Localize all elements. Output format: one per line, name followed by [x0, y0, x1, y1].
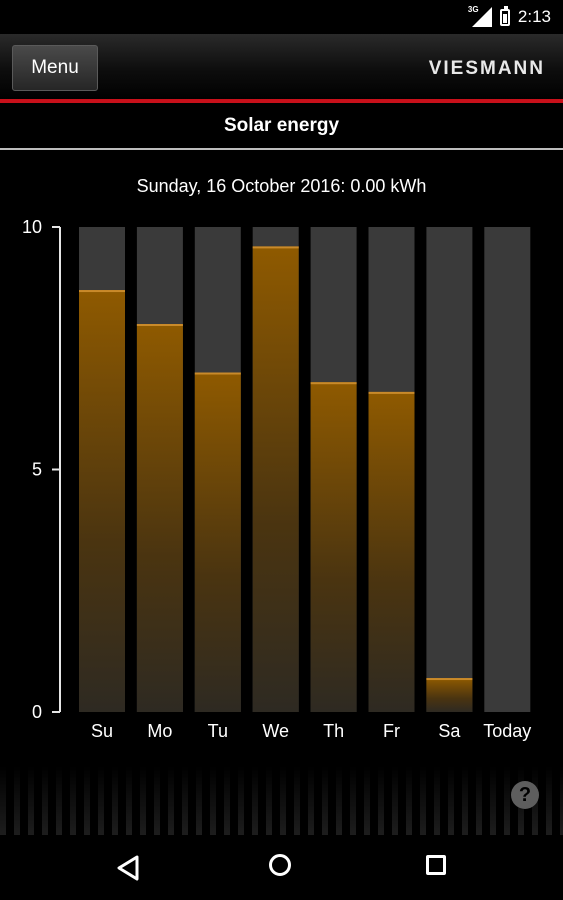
- cell-signal-icon: 3G: [467, 5, 492, 27]
- x-tick-label: Tu: [208, 721, 228, 741]
- brand-logo: VIESMANN: [428, 58, 545, 79]
- bar-top-edge: [368, 391, 415, 394]
- menu-button[interactable]: Menu: [12, 45, 98, 91]
- y-tick-label: 5: [32, 460, 42, 480]
- page-title: Solar energy: [223, 115, 340, 136]
- x-tick-label: Sa: [438, 721, 461, 741]
- network-type: 3G: [467, 5, 479, 14]
- floor-decoration: [0, 765, 563, 835]
- bar-top-edge: [136, 324, 183, 326]
- app-header: Menu VIESMANN: [0, 34, 563, 100]
- x-tick-label: Today: [483, 721, 531, 741]
- help-button[interactable]: ?: [511, 781, 539, 809]
- bar-top-edge: [310, 382, 357, 385]
- recent-apps-icon[interactable]: [426, 855, 446, 875]
- bar-th[interactable]: [310, 382, 357, 712]
- bar-fr[interactable]: [368, 391, 415, 712]
- back-icon[interactable]: [116, 855, 140, 881]
- y-tick-label: 0: [32, 702, 42, 722]
- bar-top-edge: [252, 246, 299, 249]
- bar-we[interactable]: [252, 246, 299, 712]
- bar-top-edge: [194, 372, 241, 375]
- bar-top-edge: [426, 678, 473, 681]
- x-tick-label: Th: [323, 721, 344, 741]
- solar-energy-chart: 0 5 10 Su Mo Tu We Th Fr Sa Today: [22, 217, 531, 741]
- navigation-bar: [0, 835, 563, 900]
- x-tick-label: Fr: [383, 721, 400, 741]
- x-tick-label: Mo: [147, 721, 172, 741]
- home-icon[interactable]: [269, 854, 291, 876]
- bar-track: [426, 227, 473, 712]
- bar-sa[interactable]: [426, 678, 473, 712]
- x-tick-label: Su: [91, 721, 113, 741]
- x-tick-label: We: [262, 721, 289, 741]
- status-bar: 3G 2:13: [0, 0, 563, 34]
- bar-su[interactable]: [79, 290, 125, 712]
- status-time: 2:13: [517, 7, 551, 26]
- daily-summary: Sunday, 16 October 2016: 0.00 kWh: [136, 176, 427, 196]
- y-tick-label: 10: [22, 217, 42, 237]
- title-divider: [0, 148, 563, 150]
- bar-mo[interactable]: [136, 324, 183, 712]
- battery-icon: [499, 5, 510, 26]
- bar-top-edge: [79, 290, 125, 293]
- bar-track: [484, 227, 531, 712]
- bar-tu[interactable]: [194, 372, 241, 713]
